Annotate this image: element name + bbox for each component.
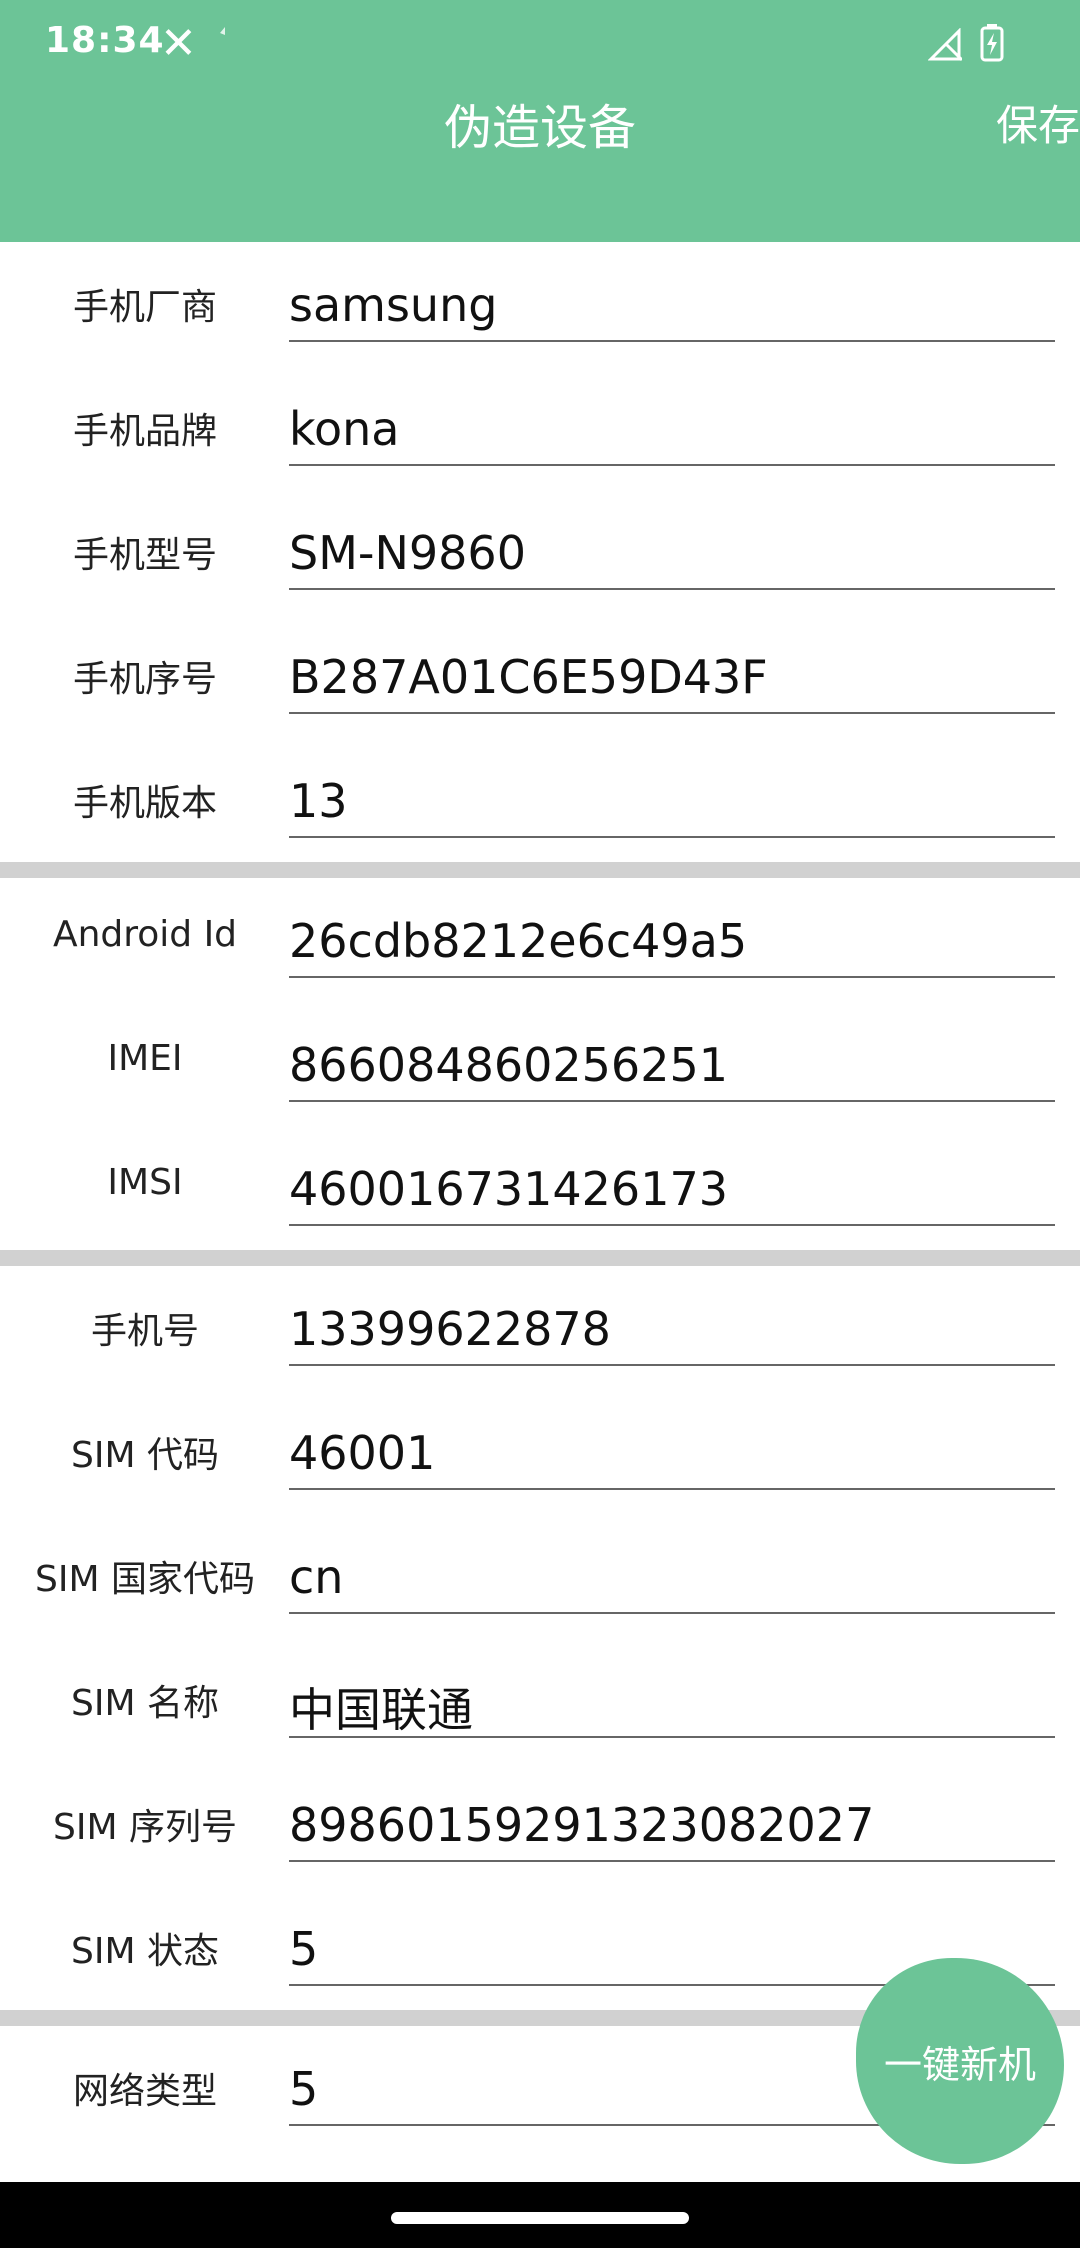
brand-input[interactable]: kona [289,402,1055,456]
field-label: IMSI [107,1162,183,1203]
sim-serial-input[interactable]: 89860159291323082027 [289,1798,1055,1852]
new-device-button[interactable]: 一键新机 [856,1958,1064,2164]
android-id-input[interactable]: 26cdb8212e6c49a5 [289,914,1055,968]
field-label: SIM 名称 [71,1683,219,1724]
save-button[interactable]: 保存 [996,92,1080,153]
field-row-sim-name: SIM 名称 中国联通 [0,1638,1080,1762]
field-label: SIM 国家代码 [35,1559,255,1600]
field-label: 手机厂商 [72,287,217,328]
field-row-sim-code: SIM 代码 46001 [0,1390,1080,1514]
field-row-serial: 手机序号 B287A01C6E59D43F [0,614,1080,738]
field-row-phone-number: 手机号 13399622878 [0,1266,1080,1390]
model-input[interactable]: SM-N9860 [289,526,1055,580]
notification-dot-icon [220,27,225,35]
input-underline [289,1100,1055,1102]
field-label: 手机号 [90,1311,199,1352]
field-label: IMEI [107,1038,183,1079]
home-gesture-handle[interactable] [391,2212,689,2224]
sim-country-code-input[interactable]: cn [289,1550,1055,1604]
page-title: 伪造设备 [443,100,636,156]
input-underline [289,1860,1055,1862]
input-underline [289,836,1055,838]
sim-name-input[interactable]: 中国联通 [289,1674,1055,1740]
field-label: SIM 代码 [71,1435,219,1476]
field-label: SIM 状态 [71,1931,219,1972]
imsi-input[interactable]: 460016731426173 [289,1162,1055,1216]
field-label: SIM 序列号 [53,1807,237,1848]
phone-number-input[interactable]: 13399622878 [289,1302,1055,1356]
field-row-imei: IMEI 866084860256251 [0,1002,1080,1126]
input-underline [289,588,1055,590]
field-row-imsi: IMSI 460016731426173 [0,1126,1080,1250]
field-row-model: 手机型号 SM-N9860 [0,490,1080,614]
input-underline [289,1736,1055,1738]
field-label: Android Id [52,914,238,955]
input-underline [289,976,1055,978]
battery-charging-icon [980,24,1004,62]
imei-input[interactable]: 866084860256251 [289,1038,1055,1092]
input-underline [289,1612,1055,1614]
sim-code-input[interactable]: 46001 [289,1426,1055,1480]
field-label: 手机序号 [72,659,217,700]
field-row-sim-serial: SIM 序列号 89860159291323082027 [0,1762,1080,1886]
status-time: 18:34 [45,20,165,61]
version-input[interactable]: 13 [289,774,1055,828]
input-underline [289,464,1055,466]
field-row-android-id: Android Id 26cdb8212e6c49a5 [0,878,1080,1002]
section-divider [0,1250,1080,1266]
app-bar: 18:34 ✕ 伪造设备 保存 [0,0,1080,242]
input-underline [289,340,1055,342]
manufacturer-input[interactable]: samsung [289,278,1055,332]
section-divider [0,862,1080,878]
field-row-version: 手机版本 13 [0,738,1080,862]
signal-off-icon [928,28,962,62]
field-label: 网络类型 [72,2071,217,2112]
serial-input[interactable]: B287A01C6E59D43F [289,650,1055,704]
device-fields-list: 手机厂商 samsung 手机品牌 kona 手机型号 SM-N9860 手机序… [0,242,1080,2150]
field-label: 手机版本 [72,783,217,824]
navigation-bar [0,2182,1080,2248]
input-underline [289,712,1055,714]
field-label: 手机型号 [72,535,217,576]
input-underline [289,1224,1055,1226]
field-row-manufacturer: 手机厂商 samsung [0,242,1080,366]
status-bar: 18:34 ✕ [0,0,1080,90]
input-underline [289,1488,1055,1490]
input-underline [289,1364,1055,1366]
close-icon: ✕ [160,18,197,69]
field-row-brand: 手机品牌 kona [0,366,1080,490]
field-label: 手机品牌 [72,411,217,452]
field-row-sim-country-code: SIM 国家代码 cn [0,1514,1080,1638]
